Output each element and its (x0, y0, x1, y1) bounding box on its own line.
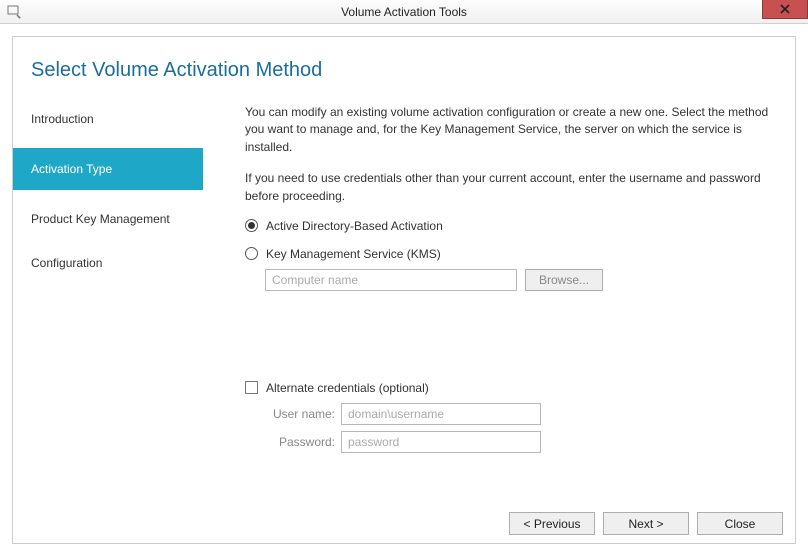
username-input[interactable] (341, 403, 541, 425)
sidebar-item-activation-type[interactable]: Activation Type (13, 148, 203, 190)
radio-kms[interactable]: Key Management Service (KMS) (245, 247, 771, 261)
sidebar-item-product-key-management[interactable]: Product Key Management (13, 204, 203, 234)
wizard-sidebar: Introduction Activation Type Product Key… (13, 104, 203, 459)
password-label: Password: (265, 435, 335, 449)
sidebar-item-introduction[interactable]: Introduction (13, 104, 203, 134)
alternate-credentials-checkbox[interactable]: Alternate credentials (optional) (245, 381, 771, 395)
radio-adba-label: Active Directory-Based Activation (266, 219, 443, 233)
username-label: User name: (265, 407, 335, 421)
close-button[interactable]: Close (697, 512, 783, 535)
page-title: Select Volume Activation Method (13, 37, 795, 82)
window-title: Volume Activation Tools (0, 5, 808, 19)
credentials-paragraph: If you need to use credentials other tha… (245, 170, 771, 205)
alternate-credentials-label: Alternate credentials (optional) (266, 381, 429, 395)
browse-button[interactable]: Browse... (525, 269, 603, 291)
intro-paragraph: You can modify an existing volume activa… (245, 104, 771, 156)
sidebar-item-configuration[interactable]: Configuration (13, 248, 203, 278)
radio-adba[interactable]: Active Directory-Based Activation (245, 219, 771, 233)
wizard-footer: < Previous Next > Close (509, 512, 783, 535)
next-button[interactable]: Next > (603, 512, 689, 535)
app-icon (6, 4, 22, 20)
window-close-button[interactable] (762, 0, 808, 19)
titlebar: Volume Activation Tools (0, 0, 808, 24)
checkbox-indicator (245, 381, 258, 394)
previous-button[interactable]: < Previous (509, 512, 595, 535)
radio-kms-indicator (245, 247, 258, 260)
radio-adba-indicator (245, 219, 258, 232)
main-panel: You can modify an existing volume activa… (203, 104, 795, 459)
password-input[interactable] (341, 431, 541, 453)
computer-name-input[interactable] (265, 269, 517, 291)
radio-kms-label: Key Management Service (KMS) (266, 247, 441, 261)
wizard-body: Select Volume Activation Method Introduc… (12, 36, 796, 544)
